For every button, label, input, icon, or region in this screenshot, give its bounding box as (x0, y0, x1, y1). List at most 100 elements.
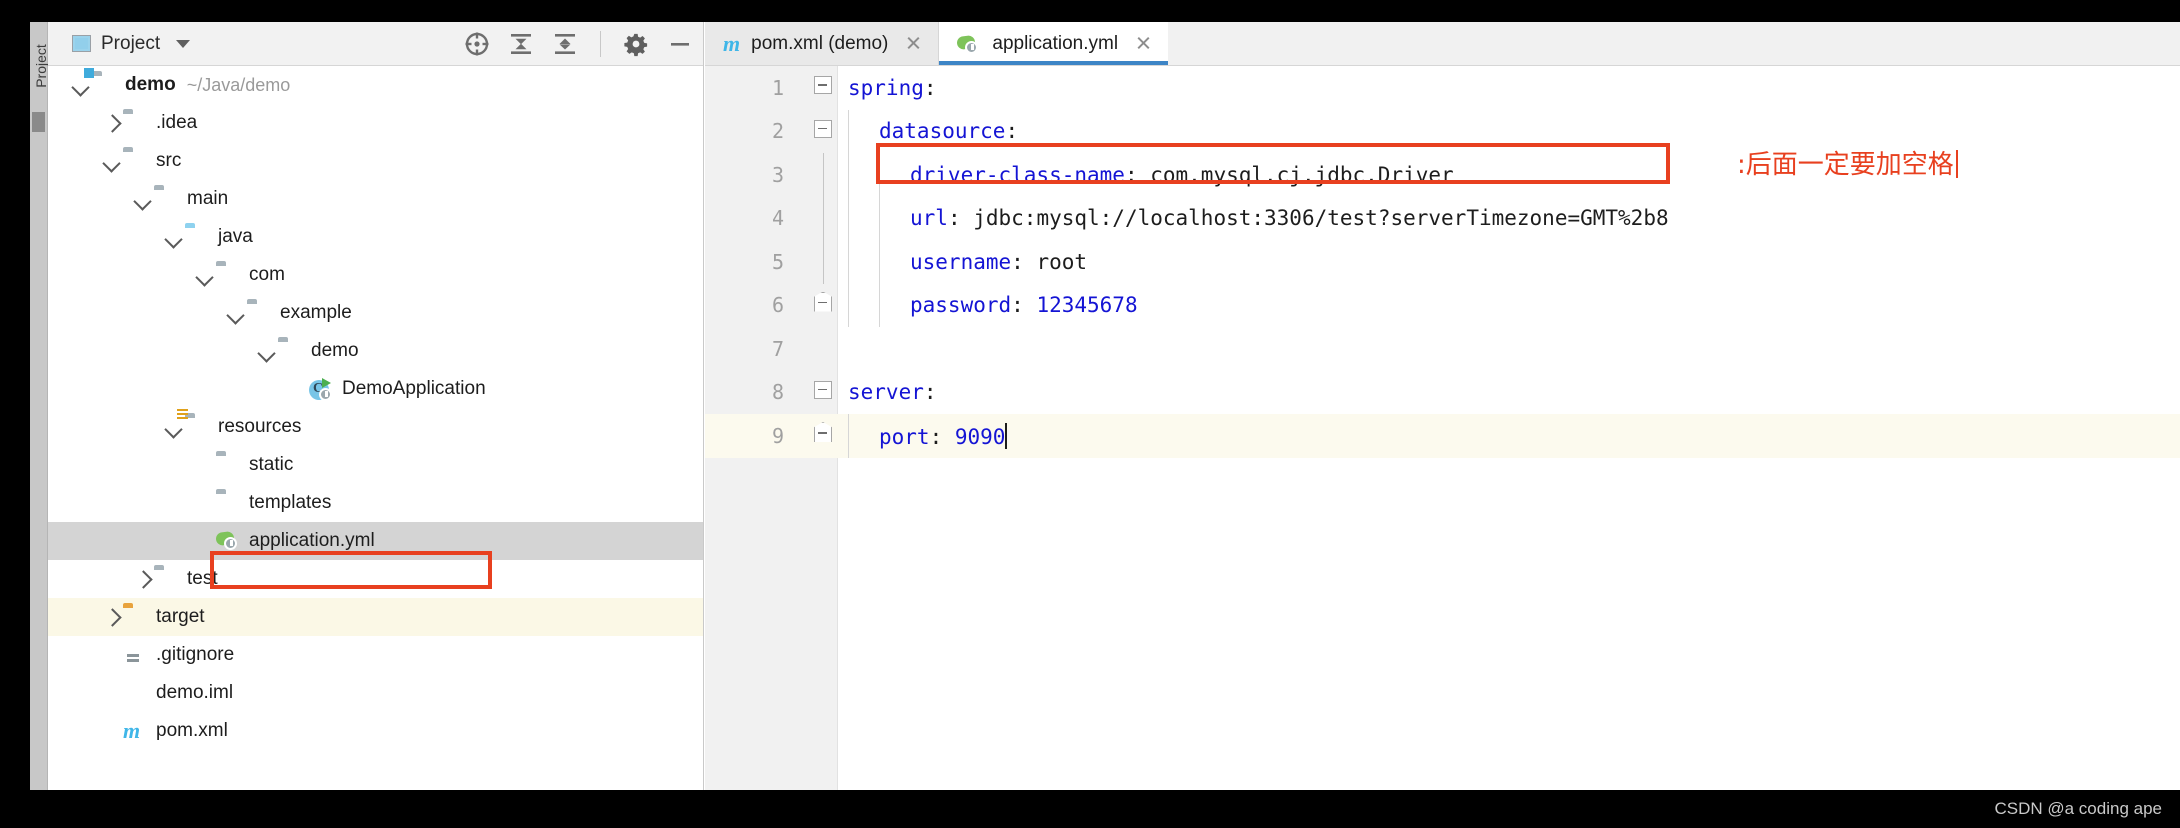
gear-icon[interactable] (623, 31, 649, 57)
fold-marker[interactable] (808, 327, 838, 371)
folder-icon (154, 569, 178, 589)
yaml-spring-file-icon (956, 34, 981, 55)
expand-all-icon[interactable] (552, 31, 578, 57)
tree-item-label: java (218, 226, 253, 247)
tree-item-application-yml[interactable]: application.yml (48, 522, 703, 560)
line-number: 8 (771, 380, 784, 405)
fold-marker[interactable] (808, 284, 838, 328)
line-number: 5 (771, 249, 784, 274)
yaml-key: driver-class-name (910, 162, 1125, 187)
yaml-separator: : (1011, 293, 1037, 318)
tree-item-test[interactable]: test (48, 560, 703, 598)
tree-item-label: demo (125, 74, 176, 95)
code-line[interactable]: 3 driver-class-name: com.mysql.cj.jdbc.Dr… (705, 153, 2180, 197)
target-folder-icon (123, 607, 147, 627)
annotation-caret (1955, 150, 1958, 178)
project-tree[interactable]: demo ~/Java/demo .idea src main java com exampl… (48, 66, 703, 790)
tree-item-label: demo (311, 340, 359, 361)
tree-item-resources[interactable]: resources (48, 408, 703, 446)
tree-expand-arrow[interactable] (101, 112, 123, 134)
project-panel-title: Project (101, 32, 161, 54)
tree-item-label: main (187, 188, 229, 209)
tree-item-pom-xml[interactable]: m pom.xml (48, 712, 703, 750)
ide-frame: Project demo ~/Java/demo .idea src main … (48, 22, 2180, 790)
tree-item-static[interactable]: static (48, 446, 703, 484)
tree-item-label: src (156, 150, 182, 171)
tree-item-gitignore[interactable]: .gitignore (48, 636, 703, 674)
tree-item-main[interactable]: main (48, 180, 703, 218)
code-line[interactable]: 7 (705, 327, 2180, 371)
bottom-black-strip: CSDN @a coding ape (0, 790, 2180, 828)
tree-item-label: test (187, 568, 218, 589)
fold-marker[interactable] (808, 196, 838, 240)
code-line[interactable]: 1 spring: (705, 66, 2180, 110)
line-number: 4 (771, 206, 784, 231)
yaml-separator: : (923, 380, 937, 405)
tree-item-src[interactable]: src (48, 142, 703, 180)
tree-item-demoapplication[interactable]: C DemoApplication (48, 370, 703, 408)
collapse-all-icon[interactable] (508, 31, 534, 57)
tree-expand-arrow (101, 720, 123, 742)
close-icon[interactable] (1134, 34, 1153, 53)
code-line[interactable]: 2 datasource: (705, 109, 2180, 154)
fold-marker[interactable] (808, 153, 838, 197)
stripe-button-project[interactable]: Project (33, 31, 49, 101)
tree-item-demo[interactable]: demo ~/Java/demo (48, 66, 703, 104)
tab-label: pom.xml (demo) (751, 32, 889, 54)
project-window-icon (72, 35, 91, 52)
yaml-separator: : (1011, 249, 1037, 274)
iml-file-icon (123, 683, 147, 703)
code-line[interactable]: 8 server: (705, 371, 2180, 415)
tree-item-demo-iml[interactable]: demo.iml (48, 674, 703, 712)
minimize-icon[interactable] (667, 31, 693, 57)
tree-item-idea[interactable]: .idea (48, 104, 703, 142)
tab-application-yml[interactable]: application.yml (939, 22, 1169, 65)
code-editor[interactable]: 1 spring: 2 datasource: 3 driver-class-name: … (705, 66, 2180, 790)
line-number: 7 (771, 336, 784, 361)
tree-item-label: pom.xml (156, 720, 228, 741)
close-icon[interactable] (904, 34, 923, 53)
chevron-down-icon[interactable] (176, 39, 191, 48)
tree-item-templates[interactable]: templates (48, 484, 703, 522)
project-title-group[interactable]: Project (72, 32, 191, 55)
tree-item-example[interactable]: example (48, 294, 703, 332)
code-lines: 1 spring: 2 datasource: 3 driver-class-name: … (705, 66, 2180, 458)
yaml-separator: : (929, 424, 955, 449)
code-line[interactable]: 6 password: 12345678 (705, 283, 2180, 328)
tree-expand-arrow[interactable] (163, 226, 185, 248)
left-black-band (0, 0, 30, 790)
yaml-key: password (910, 293, 1012, 318)
tree-item-demo[interactable]: demo (48, 332, 703, 370)
yaml-key: server (848, 380, 924, 405)
tree-item-target[interactable]: target (48, 598, 703, 636)
tree-expand-arrow[interactable] (256, 340, 278, 362)
tree-expand-arrow[interactable] (101, 150, 123, 172)
tree-expand-arrow[interactable] (132, 568, 154, 590)
top-black-band (0, 0, 2180, 22)
code-line[interactable]: 9 port: 9090 (705, 414, 2180, 458)
tree-item-path: ~/Java/demo (186, 74, 291, 95)
tree-expand-arrow (287, 378, 309, 400)
fold-marker[interactable] (808, 371, 838, 415)
folder-icon (216, 493, 240, 513)
source-root-folder-icon (185, 227, 209, 247)
tree-expand-arrow[interactable] (225, 302, 247, 324)
tree-expand-arrow[interactable] (101, 606, 123, 628)
module-folder-icon (92, 75, 116, 95)
maven-file-icon: m (723, 30, 741, 56)
code-line[interactable]: 5 username: root (705, 240, 2180, 284)
package-folder-icon (278, 341, 302, 361)
fold-marker[interactable] (808, 414, 838, 458)
gitignore-file-icon (123, 645, 147, 665)
fold-marker[interactable] (808, 110, 838, 154)
tree-expand-arrow[interactable] (132, 188, 154, 210)
code-line[interactable]: 4 url: jdbc:mysql://localhost:3306/test?s… (705, 196, 2180, 240)
tree-item-com[interactable]: com (48, 256, 703, 294)
tree-item-java[interactable]: java (48, 218, 703, 256)
locate-crosshair-icon[interactable] (464, 31, 490, 57)
fold-marker[interactable] (808, 66, 838, 110)
tree-expand-arrow[interactable] (194, 264, 216, 286)
tab-pom-xml[interactable]: m pom.xml (demo) (705, 22, 940, 65)
fold-marker[interactable] (808, 240, 838, 284)
tree-expand-arrow (194, 530, 216, 552)
